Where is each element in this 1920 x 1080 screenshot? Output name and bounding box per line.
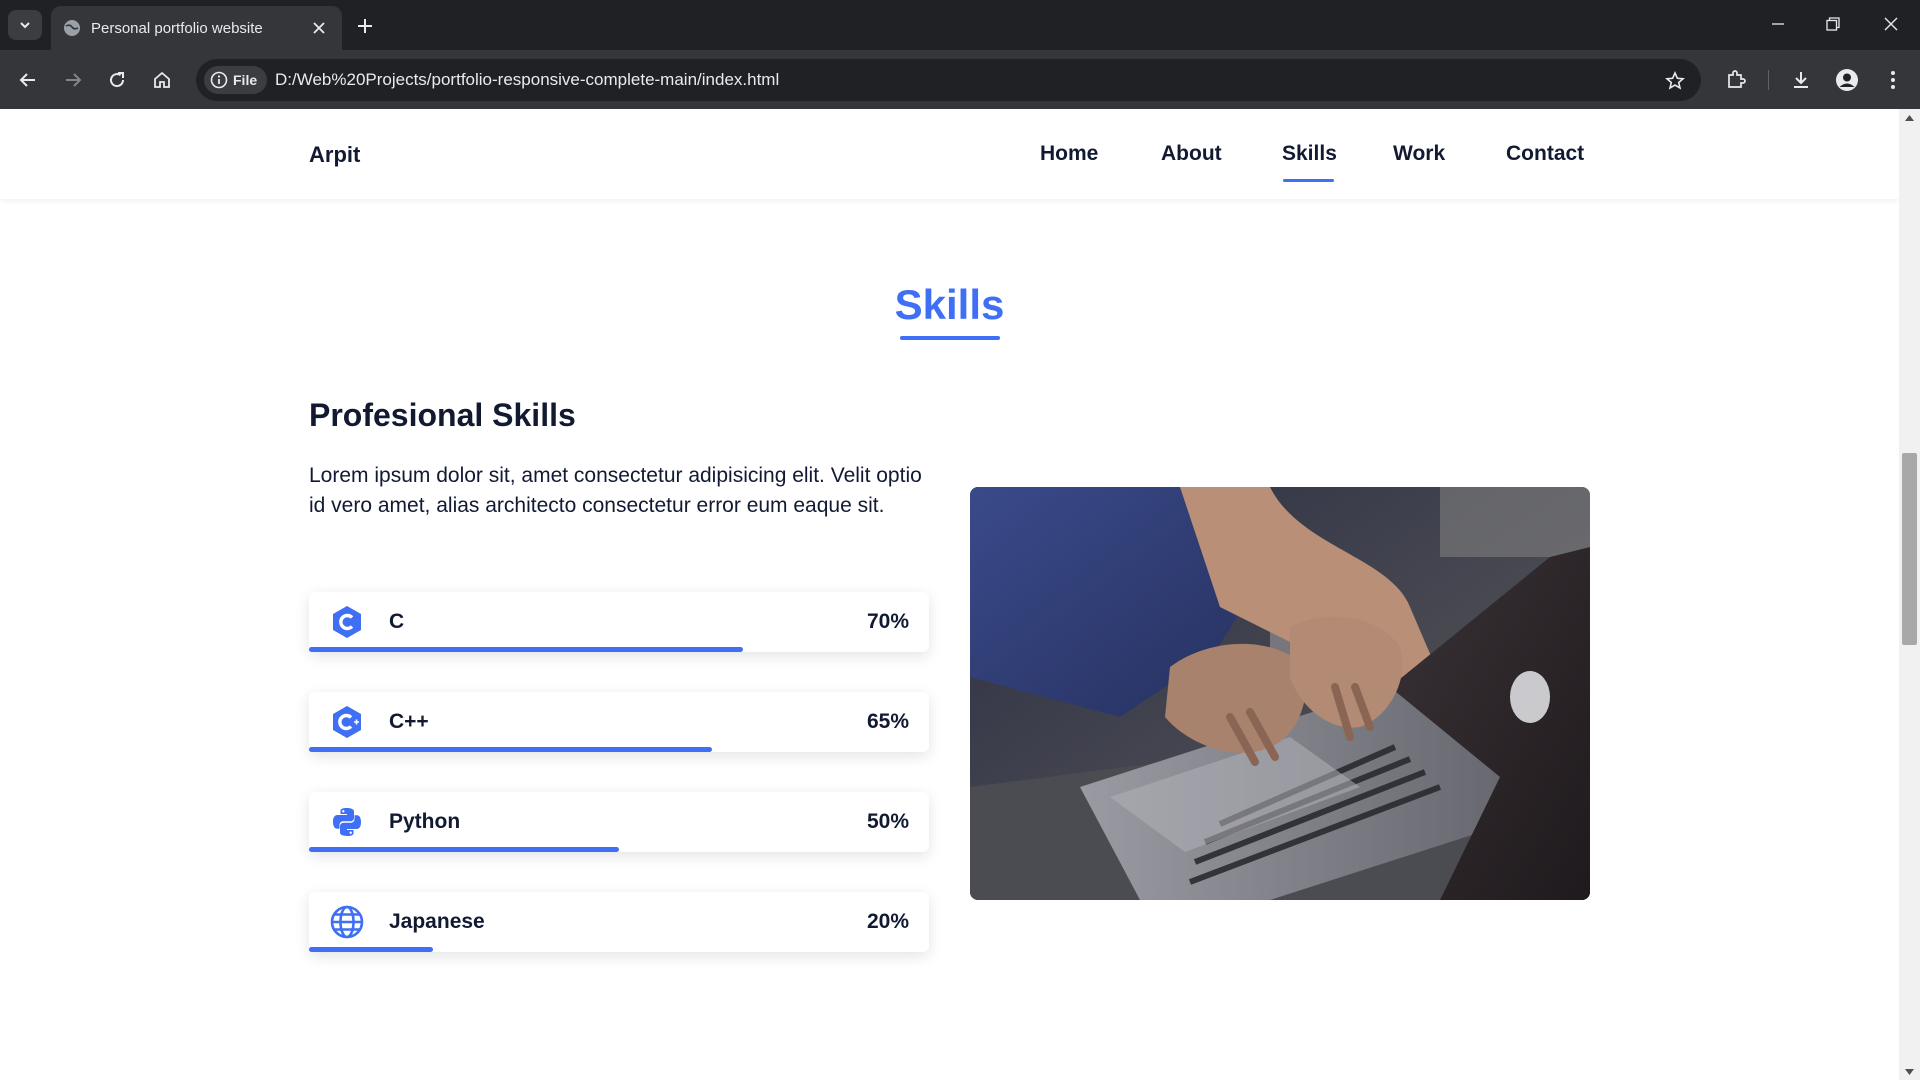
extensions-button[interactable] [1721,65,1751,95]
reload-button[interactable] [103,66,131,94]
puzzle-icon [1728,70,1746,88]
cpp-language-icon [329,704,365,740]
minimize-button[interactable] [1758,8,1798,40]
skills-subtitle: Profesional Skills [309,397,576,433]
globe-icon [329,904,365,940]
arrow-right-icon [66,73,82,87]
page-scrollbar[interactable] [1899,109,1920,1080]
browser-menu-button[interactable] [1878,65,1908,95]
chevron-down-icon [20,22,30,29]
site-info-chip[interactable]: File [204,66,268,94]
arrow-left-icon [19,73,35,87]
file-chip-label: File [233,72,258,88]
tab-title: Personal portfolio website [91,19,263,37]
downloads-button[interactable] [1786,65,1816,95]
info-icon [210,71,228,89]
site-header: Arpit Home About Skills Work Contact [0,109,1899,199]
skill-progress-bar [309,947,433,952]
active-nav-indicator [1283,179,1334,182]
skill-name: Japanese [389,910,485,933]
skills-photo [970,487,1590,900]
triangle-up-icon [1905,114,1914,121]
minimize-icon [1772,23,1784,25]
back-button[interactable] [14,66,42,94]
triangle-down-icon [1905,1068,1914,1075]
restore-button[interactable] [1813,8,1853,40]
profile-button[interactable] [1832,65,1862,95]
nav-about[interactable]: About [1161,142,1222,166]
browser-tab[interactable]: Personal portfolio website [51,6,342,50]
star-icon [1665,71,1685,90]
skill-percent: 65% [866,710,909,733]
skill-card-cpp: C++ 65% [309,692,929,752]
close-window-button[interactable] [1871,8,1911,40]
toolbar-separator [1768,70,1769,90]
globe-favicon-icon [63,19,81,37]
url-text: D:/Web%20Projects/portfolio-responsive-c… [275,70,780,89]
skill-card-c: C 70% [309,592,929,652]
skill-percent: 50% [866,810,909,833]
scroll-down-button[interactable] [1899,1063,1920,1080]
avatar-icon [1836,69,1858,91]
page-viewport: Arpit Home About Skills Work Contact Ski… [0,109,1899,1080]
site-logo[interactable]: Arpit [309,142,360,168]
new-tab-button[interactable] [352,13,378,39]
bookmark-star-button[interactable] [1663,69,1687,93]
skill-name: Python [389,810,461,833]
skill-name: C [389,610,405,633]
skill-progress-bar [309,847,619,852]
skill-percent: 70% [866,610,909,633]
reload-icon [110,72,125,88]
browser-toolbar: File D:/Web%20Projects/portfolio-respons… [0,50,1920,109]
c-language-icon [329,604,365,640]
skill-percent: 20% [866,910,909,933]
scroll-up-button[interactable] [1899,109,1920,126]
home-icon [154,71,170,88]
nav-skills[interactable]: Skills [1282,142,1337,166]
browser-tab-bar: Personal portfolio website [0,0,1920,50]
kebab-menu-icon [1891,71,1895,89]
scrollbar-thumb[interactable] [1902,453,1917,645]
plus-icon [358,19,372,33]
skill-card-japanese: Japanese 20% [309,892,929,952]
skill-name: C++ [389,710,429,733]
address-bar[interactable]: File D:/Web%20Projects/portfolio-respons… [196,59,1701,101]
tab-search-button[interactable] [8,10,42,40]
skill-progress-bar [309,647,743,652]
close-tab-icon[interactable] [308,17,330,39]
restore-icon [1826,17,1840,31]
section-title: Skills [894,281,1005,328]
nav-contact[interactable]: Contact [1506,142,1584,166]
close-icon [1884,17,1898,31]
home-button[interactable] [148,66,176,94]
forward-button[interactable] [59,66,87,94]
skill-card-python: Python 50% [309,792,929,852]
skill-progress-bar [309,747,712,752]
nav-home[interactable]: Home [1040,142,1098,166]
section-title-underline [900,336,1000,340]
python-icon [329,804,365,840]
nav-work[interactable]: Work [1393,142,1445,166]
download-icon [1794,72,1808,88]
skills-description: Lorem ipsum dolor sit, amet consectetur … [309,464,922,517]
